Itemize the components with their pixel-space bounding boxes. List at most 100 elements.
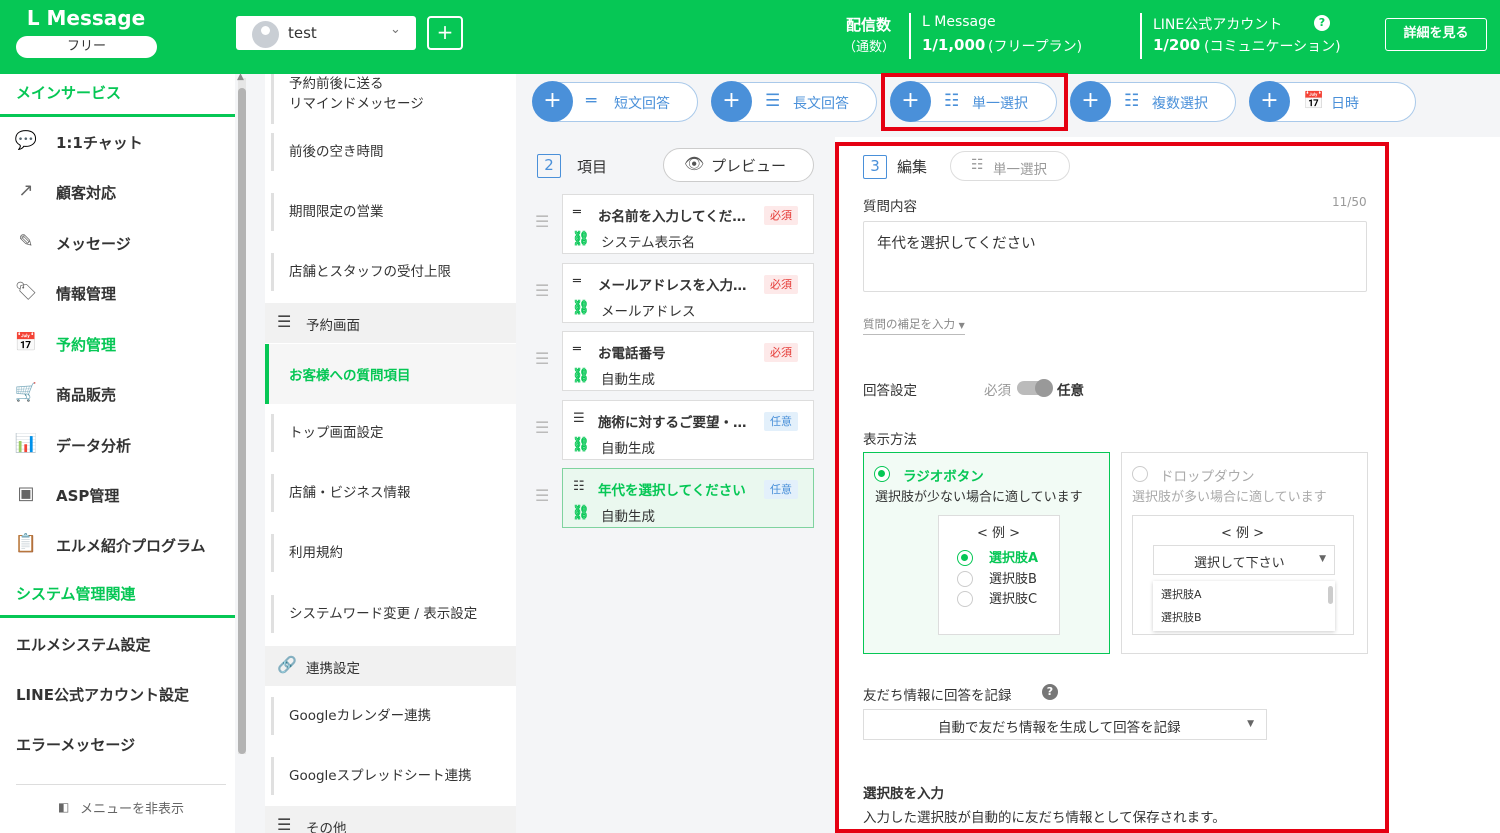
link-icon: ⛓ (572, 505, 590, 521)
plus-icon: + (1070, 81, 1111, 122)
plus-icon: + (711, 81, 752, 122)
submenu-head-other[interactable]: ☰ その他 (265, 806, 516, 833)
status-badge: 必須 (764, 343, 798, 362)
add-calendar-button[interactable]: + 📅 日時 (1249, 81, 1416, 122)
chart-icon: 📊 (14, 433, 38, 454)
link-icon: ⛓ (572, 368, 590, 384)
sidebar-item-4[interactable]: 📅 予約管理 (0, 320, 235, 368)
app-logo[interactable]: L Message (14, 6, 158, 30)
sidebar-scrollbar-thumb[interactable] (238, 88, 246, 754)
submenu-item-limited[interactable]: 期間限定の営業 (271, 193, 516, 231)
submenu-item-top[interactable]: トップ画面設定 (271, 414, 516, 452)
question-card-link: 自動生成 (601, 441, 655, 457)
submenu-active-label: お客様への質問項目 (289, 368, 411, 384)
question-card-title: お名前を入力してくだ… (598, 209, 746, 225)
sidebar-item-5[interactable]: 🛒 商品販売 (0, 370, 235, 418)
link-icon: ⛓ (572, 300, 590, 316)
sidebar-item-label: 顧客対応 (56, 184, 117, 202)
collapse-icon[interactable]: ◧ (58, 800, 69, 814)
sidebar-item-label: ASP管理 (56, 487, 120, 505)
sidebar-item-8[interactable]: 📋 エルメ紹介プログラム (0, 521, 235, 569)
deliveries-plan: (フリープラン) (988, 39, 1083, 55)
drag-handle-icon[interactable]: ☰ (535, 212, 555, 231)
submenu-item-terms[interactable]: 利用規約 (271, 534, 516, 572)
plus-icon: + (532, 81, 573, 122)
tag-icon: 🏷 (14, 281, 38, 302)
type-label: 複数選択 (1152, 96, 1208, 112)
sidebar-item-line-settings[interactable]: LINE公式アカウント設定 (16, 684, 189, 705)
add-long-text-button[interactable]: + ☰ 長文回答 (711, 81, 877, 122)
help-icon[interactable]: ? (1314, 15, 1330, 31)
question-type-icon: ═ (573, 342, 581, 357)
hide-menu-button[interactable]: メニューを非表示 (80, 798, 184, 817)
sidebar-item-label: 情報管理 (56, 285, 117, 303)
submenu-head-link[interactable]: 🔗 連携設定 (265, 646, 516, 686)
question-card-title: 施術に対するご要望・… (598, 415, 747, 431)
status-badge: 必須 (764, 206, 798, 225)
details-button[interactable]: 詳細を見る (1385, 18, 1487, 51)
question-type-icon: ═ (573, 274, 581, 289)
sidebar-item-1[interactable]: ↗ 顧客対応 (0, 168, 235, 216)
submenu-item-gcal[interactable]: Googleカレンダー連携 (271, 697, 516, 735)
submenu-item-gsheet[interactable]: Googleスプレッドシート連携 (271, 757, 516, 795)
highlight-frame (835, 142, 1389, 833)
sidebar-item-2[interactable]: ✎ メッセージ (0, 219, 235, 267)
message-edit-icon: ✎ (18, 231, 34, 252)
step-number: 2 (537, 154, 561, 178)
sidebar-item-system-settings[interactable]: エルメシステム設定 (16, 634, 151, 655)
list-icon: ☰ (277, 815, 292, 833)
question-card-title: 年代を選択してください (598, 483, 746, 499)
preview-button[interactable]: 👁 プレビュー (663, 148, 814, 182)
link-icon: 🔗 (277, 655, 297, 674)
question-card[interactable]: ☰ 施術に対するご要望・… 任意 ⛓ 自動生成 (562, 400, 814, 460)
sidebar-item-7[interactable]: ▣ ASP管理 (0, 471, 235, 519)
clipboard-icon: 📋 (14, 533, 38, 554)
question-card[interactable]: ═ お電話番号 必須 ⛓ 自動生成 (562, 331, 814, 391)
link-icon: ⛓ (572, 231, 590, 247)
submenu-head-label: その他 (306, 821, 347, 833)
link-icon: ⛓ (572, 437, 590, 453)
drag-handle-icon[interactable]: ☰ (535, 281, 555, 300)
submenu-item-buffer[interactable]: 前後の空き時間 (271, 133, 516, 171)
sidebar-item-error-messages[interactable]: エラーメッセージ (16, 734, 135, 755)
submenu-item-questions[interactable]: お客様への質問項目 (265, 344, 516, 404)
long-text-icon: ☰ (765, 91, 781, 111)
add-user-icon[interactable]: + (427, 16, 463, 50)
drag-handle-icon[interactable]: ☰ (535, 349, 555, 368)
section-divider (0, 114, 235, 117)
question-card[interactable]: ═ お名前を入力してくだ… 必須 ⛓ システム表示名 (562, 194, 814, 254)
type-label: 日時 (1331, 96, 1359, 112)
question-card-link: システム表示名 (601, 235, 696, 251)
account-name: test (288, 24, 317, 42)
question-type-icon: ═ (573, 205, 581, 220)
deliveries-sub: （通数） (843, 40, 896, 55)
question-card[interactable]: ☷ 年代を選択してください 任意 ⛓ 自動生成 (562, 468, 814, 528)
section-main-services: メインサービス (16, 84, 122, 102)
submenu-head-booking[interactable]: ☰ 予約画面 (265, 303, 516, 343)
short-text-icon: ═ (586, 91, 597, 111)
status-badge: 任意 (764, 480, 798, 499)
items-title: 項目 (577, 158, 608, 176)
sidebar-item-label: 商品販売 (56, 386, 117, 404)
drag-handle-icon[interactable]: ☰ (535, 486, 555, 505)
sidebar-item-3[interactable]: 🏷 情報管理 (0, 269, 235, 317)
sidebar-item-6[interactable]: 📊 データ分析 (0, 421, 235, 469)
submenu-item-reminder[interactable]: 予約前後に送る リマインドメッセージ (271, 74, 516, 124)
deliveries-value: 1/1,000 (922, 36, 986, 54)
drag-handle-icon[interactable]: ☰ (535, 418, 555, 437)
question-card-link: 自動生成 (601, 509, 655, 525)
sidebar-item-label: エルメ紹介プログラム (56, 537, 206, 555)
calendar-icon: 📅 (14, 332, 38, 353)
submenu-item-wording[interactable]: システムワード変更 / 表示設定 (271, 595, 516, 633)
sidebar-item-0[interactable]: 💬 1:1チャット (0, 118, 235, 166)
deliveries-label: 配信数 (846, 16, 892, 34)
plan-badge: フリー (16, 36, 157, 58)
question-card[interactable]: ═ メールアドレスを入力… 必須 ⛓ メールアドレス (562, 263, 814, 323)
submenu-item-capacity[interactable]: 店舗とスタッフの受付上限 (271, 253, 516, 291)
question-card-link: 自動生成 (601, 372, 655, 388)
add-short-text-button[interactable]: + ═ 短文回答 (532, 81, 698, 122)
scroll-up-icon[interactable]: ▲ (237, 72, 244, 82)
add-multi-select-button[interactable]: + ☷ 複数選択 (1070, 81, 1236, 122)
preview-label: プレビュー (711, 157, 787, 175)
submenu-item-business[interactable]: 店舗・ビジネス情報 (271, 474, 516, 512)
